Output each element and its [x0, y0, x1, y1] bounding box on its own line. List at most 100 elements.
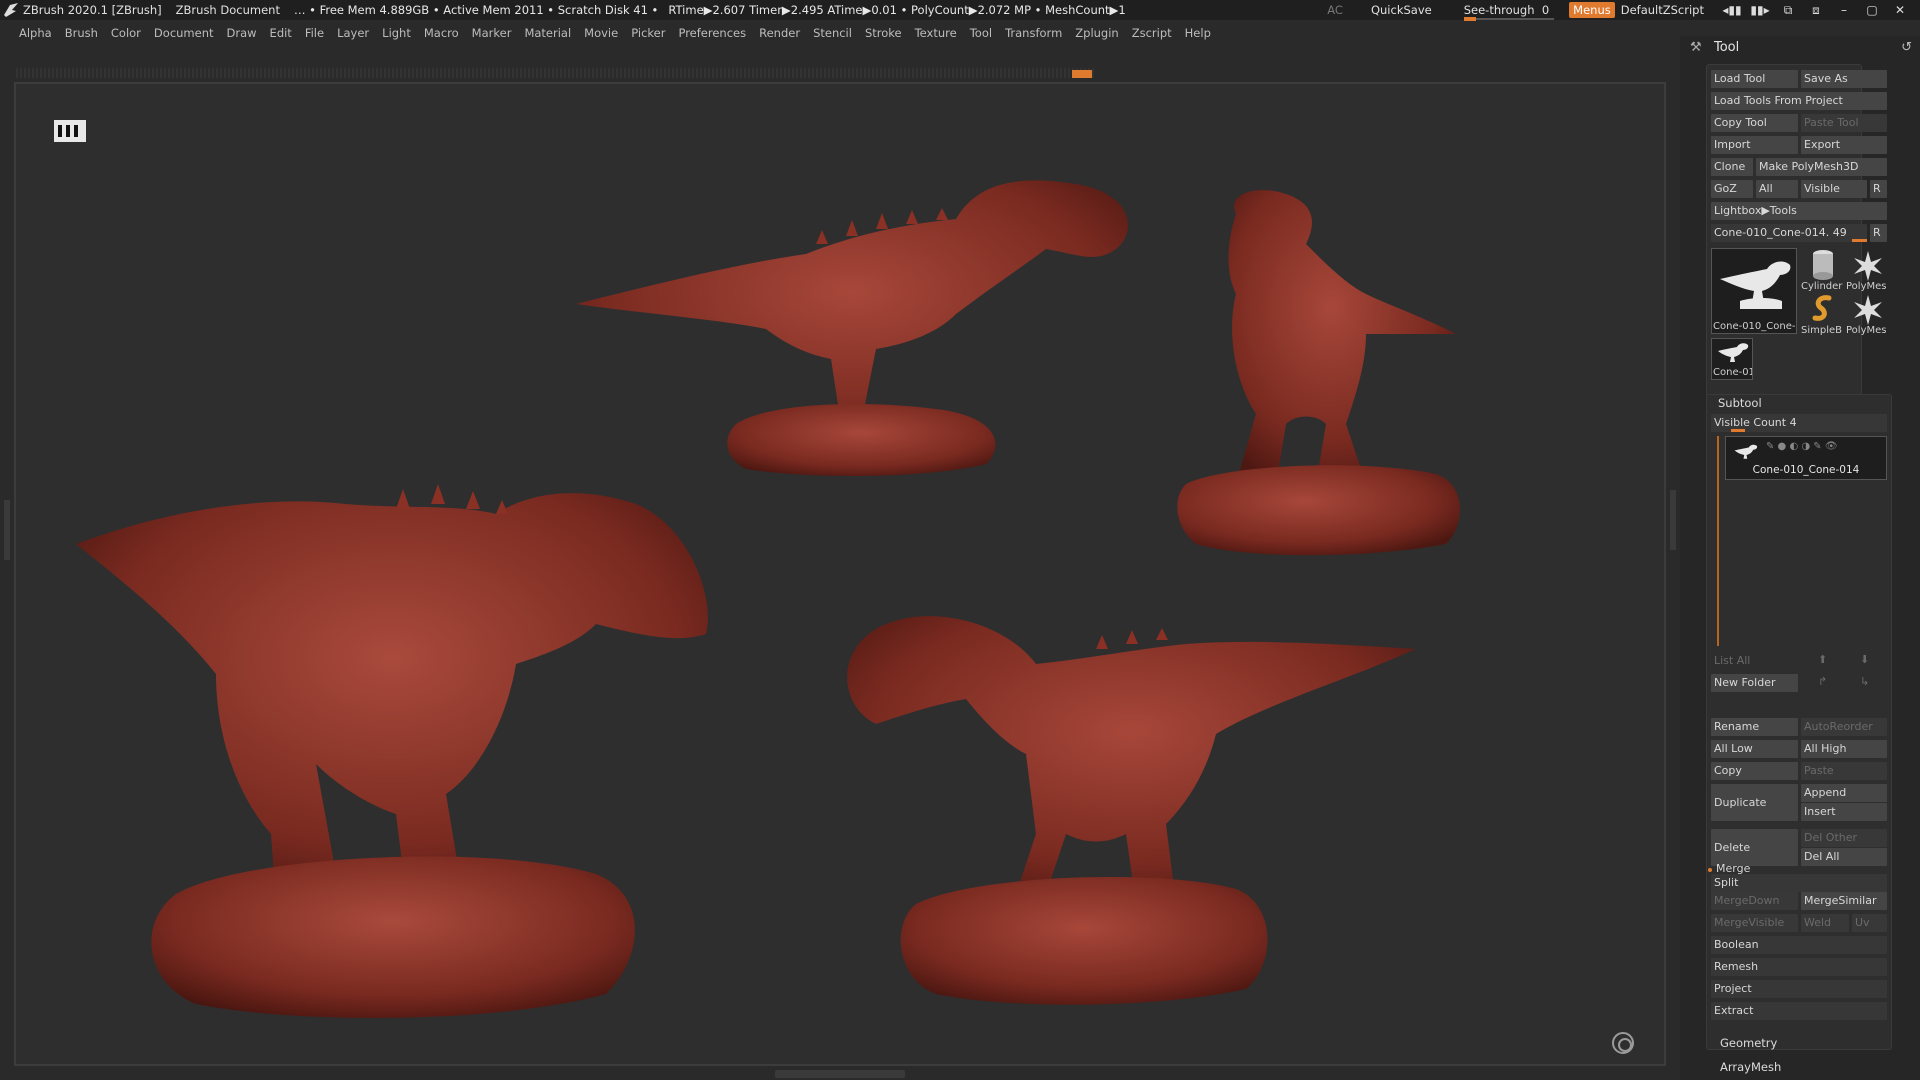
- import-button[interactable]: Import: [1711, 136, 1798, 154]
- menu-light[interactable]: Light: [382, 26, 411, 40]
- menu-zscript[interactable]: Zscript: [1132, 26, 1172, 40]
- subtool-item-icons[interactable]: ✎ ● ◐ ◑ ✎ 👁: [1766, 441, 1838, 452]
- tool-thumbnail-main[interactable]: Cone-010_Cone-: [1711, 248, 1797, 334]
- menu-stencil[interactable]: Stencil: [813, 26, 852, 40]
- right-tray-handle[interactable]: [1670, 490, 1676, 550]
- tool-thumbnail-polymesh-1[interactable]: PolyMes: [1846, 248, 1890, 292]
- tool-thumbnail-polymesh-2[interactable]: PolyMes: [1846, 292, 1890, 336]
- all-low-button[interactable]: All Low: [1711, 740, 1798, 758]
- menu-render[interactable]: Render: [759, 26, 800, 40]
- camera-view-icon[interactable]: [1612, 1032, 1634, 1054]
- weld-button[interactable]: Weld: [1801, 914, 1849, 932]
- maximize-icon[interactable]: ▢: [1858, 3, 1886, 17]
- make-polymesh3d-button[interactable]: Make PolyMesh3D: [1756, 158, 1887, 176]
- move-down-icon[interactable]: ⬇: [1860, 653, 1869, 666]
- default-zscript-button[interactable]: DefaultZScript: [1621, 3, 1704, 17]
- geometry-section[interactable]: Geometry: [1720, 1036, 1777, 1050]
- copy-tool-button[interactable]: Copy Tool: [1711, 114, 1798, 132]
- menu-brush[interactable]: Brush: [65, 26, 98, 40]
- timeline-marker[interactable]: [1072, 70, 1092, 78]
- menu-texture[interactable]: Texture: [915, 26, 957, 40]
- canvas-viewport[interactable]: [14, 82, 1666, 1066]
- project-button[interactable]: Project: [1711, 980, 1887, 998]
- current-tool-slider[interactable]: Cone-010_Cone-014. 49: [1711, 224, 1867, 242]
- menu-edit[interactable]: Edit: [270, 26, 292, 40]
- remesh-button[interactable]: Remesh: [1711, 958, 1887, 976]
- save-as-button[interactable]: Save As: [1801, 70, 1887, 88]
- tool-palette-header[interactable]: ⚒ Tool ↺: [1690, 36, 1912, 58]
- insert-button[interactable]: Insert: [1801, 803, 1887, 821]
- bottom-tray-handle[interactable]: [775, 1070, 905, 1078]
- subtool-scrollbar[interactable]: [1717, 436, 1719, 646]
- subtool-title[interactable]: Subtool: [1718, 396, 1762, 410]
- copy-button[interactable]: Copy: [1711, 762, 1798, 780]
- menu-macro[interactable]: Macro: [424, 26, 459, 40]
- collapse-right-icon[interactable]: ▮▮▸: [1746, 3, 1774, 17]
- menu-document[interactable]: Document: [154, 26, 214, 40]
- uv-button[interactable]: Uv: [1852, 914, 1887, 932]
- menu-layer[interactable]: Layer: [337, 26, 369, 40]
- layout-icon[interactable]: ⧉: [1774, 3, 1802, 18]
- merge-visible-button[interactable]: MergeVisible: [1711, 914, 1798, 932]
- subtool-item[interactable]: ✎ ● ◐ ◑ ✎ 👁 Cone-010_Cone-014: [1725, 436, 1887, 480]
- boolean-button[interactable]: Boolean: [1711, 936, 1887, 954]
- menu-zplugin[interactable]: Zplugin: [1075, 26, 1118, 40]
- folder-in-icon[interactable]: ↱: [1818, 675, 1827, 688]
- tool-thumbnail-cone[interactable]: Cone-01: [1711, 338, 1753, 380]
- current-tool-r-button[interactable]: R: [1870, 224, 1887, 242]
- menus-button[interactable]: Menus: [1569, 2, 1615, 18]
- ui-layout-icon[interactable]: ⧈: [1802, 3, 1830, 18]
- lightbox-tools-button[interactable]: Lightbox▶Tools: [1711, 202, 1887, 220]
- menu-help[interactable]: Help: [1185, 26, 1211, 40]
- move-up-icon[interactable]: ⬆: [1818, 653, 1827, 666]
- load-tool-button[interactable]: Load Tool: [1711, 70, 1798, 88]
- left-tray-handle[interactable]: [4, 500, 10, 560]
- append-button[interactable]: Append: [1801, 784, 1887, 802]
- clone-button[interactable]: Clone: [1711, 158, 1753, 176]
- menu-file[interactable]: File: [305, 26, 324, 40]
- paste-tool-button[interactable]: Paste Tool: [1801, 114, 1887, 132]
- reset-icon[interactable]: ↺: [1901, 40, 1912, 55]
- load-tools-from-project-button[interactable]: Load Tools From Project: [1711, 92, 1887, 110]
- goz-r-button[interactable]: R: [1870, 180, 1887, 198]
- menu-transform[interactable]: Transform: [1005, 26, 1062, 40]
- new-folder-button[interactable]: New Folder: [1711, 674, 1798, 692]
- merge-down-button[interactable]: MergeDown: [1711, 892, 1798, 910]
- menu-stroke[interactable]: Stroke: [865, 26, 902, 40]
- goz-visible-button[interactable]: Visible: [1801, 180, 1867, 198]
- menu-alpha[interactable]: Alpha: [19, 26, 52, 40]
- folder-out-icon[interactable]: ↳: [1860, 675, 1869, 688]
- goz-button[interactable]: GoZ: [1711, 180, 1753, 198]
- tool-thumbnail-simplebrush[interactable]: SimpleB: [1801, 292, 1845, 336]
- menu-preferences[interactable]: Preferences: [678, 26, 746, 40]
- merge-header[interactable]: Merge: [1713, 860, 1887, 878]
- tool-thumbnail-cylinder[interactable]: Cylinder: [1801, 248, 1845, 292]
- goz-all-button[interactable]: All: [1756, 180, 1798, 198]
- minimize-icon[interactable]: –: [1830, 3, 1858, 17]
- del-other-button[interactable]: Del Other: [1801, 829, 1887, 847]
- merge-similar-button[interactable]: MergeSimilar: [1801, 892, 1887, 910]
- paste-button[interactable]: Paste: [1801, 762, 1887, 780]
- collapse-left-icon[interactable]: ◂▮▮: [1718, 3, 1746, 17]
- menu-movie[interactable]: Movie: [584, 26, 618, 40]
- list-all-button[interactable]: List All: [1711, 652, 1798, 670]
- menu-picker[interactable]: Picker: [631, 26, 665, 40]
- extract-button[interactable]: Extract: [1711, 1002, 1887, 1020]
- see-through-slider[interactable]: See-through 0: [1463, 3, 1554, 21]
- auto-reorder-button[interactable]: AutoReorder: [1801, 718, 1887, 736]
- duplicate-button[interactable]: Duplicate: [1711, 784, 1798, 821]
- timeline-strip[interactable]: [16, 68, 1096, 78]
- quicksave-button[interactable]: QuickSave: [1371, 3, 1432, 17]
- menu-color[interactable]: Color: [111, 26, 141, 40]
- export-button[interactable]: Export: [1801, 136, 1887, 154]
- menu-tool[interactable]: Tool: [970, 26, 992, 40]
- floor-grid-icon[interactable]: [54, 120, 86, 142]
- menu-marker[interactable]: Marker: [472, 26, 512, 40]
- menu-material[interactable]: Material: [524, 26, 571, 40]
- rename-button[interactable]: Rename: [1711, 718, 1798, 736]
- ac-label[interactable]: AC: [1327, 3, 1343, 17]
- close-icon[interactable]: ✕: [1886, 3, 1914, 17]
- all-high-button[interactable]: All High: [1801, 740, 1887, 758]
- array-mesh-section[interactable]: ArrayMesh: [1720, 1060, 1781, 1074]
- menu-draw[interactable]: Draw: [227, 26, 257, 40]
